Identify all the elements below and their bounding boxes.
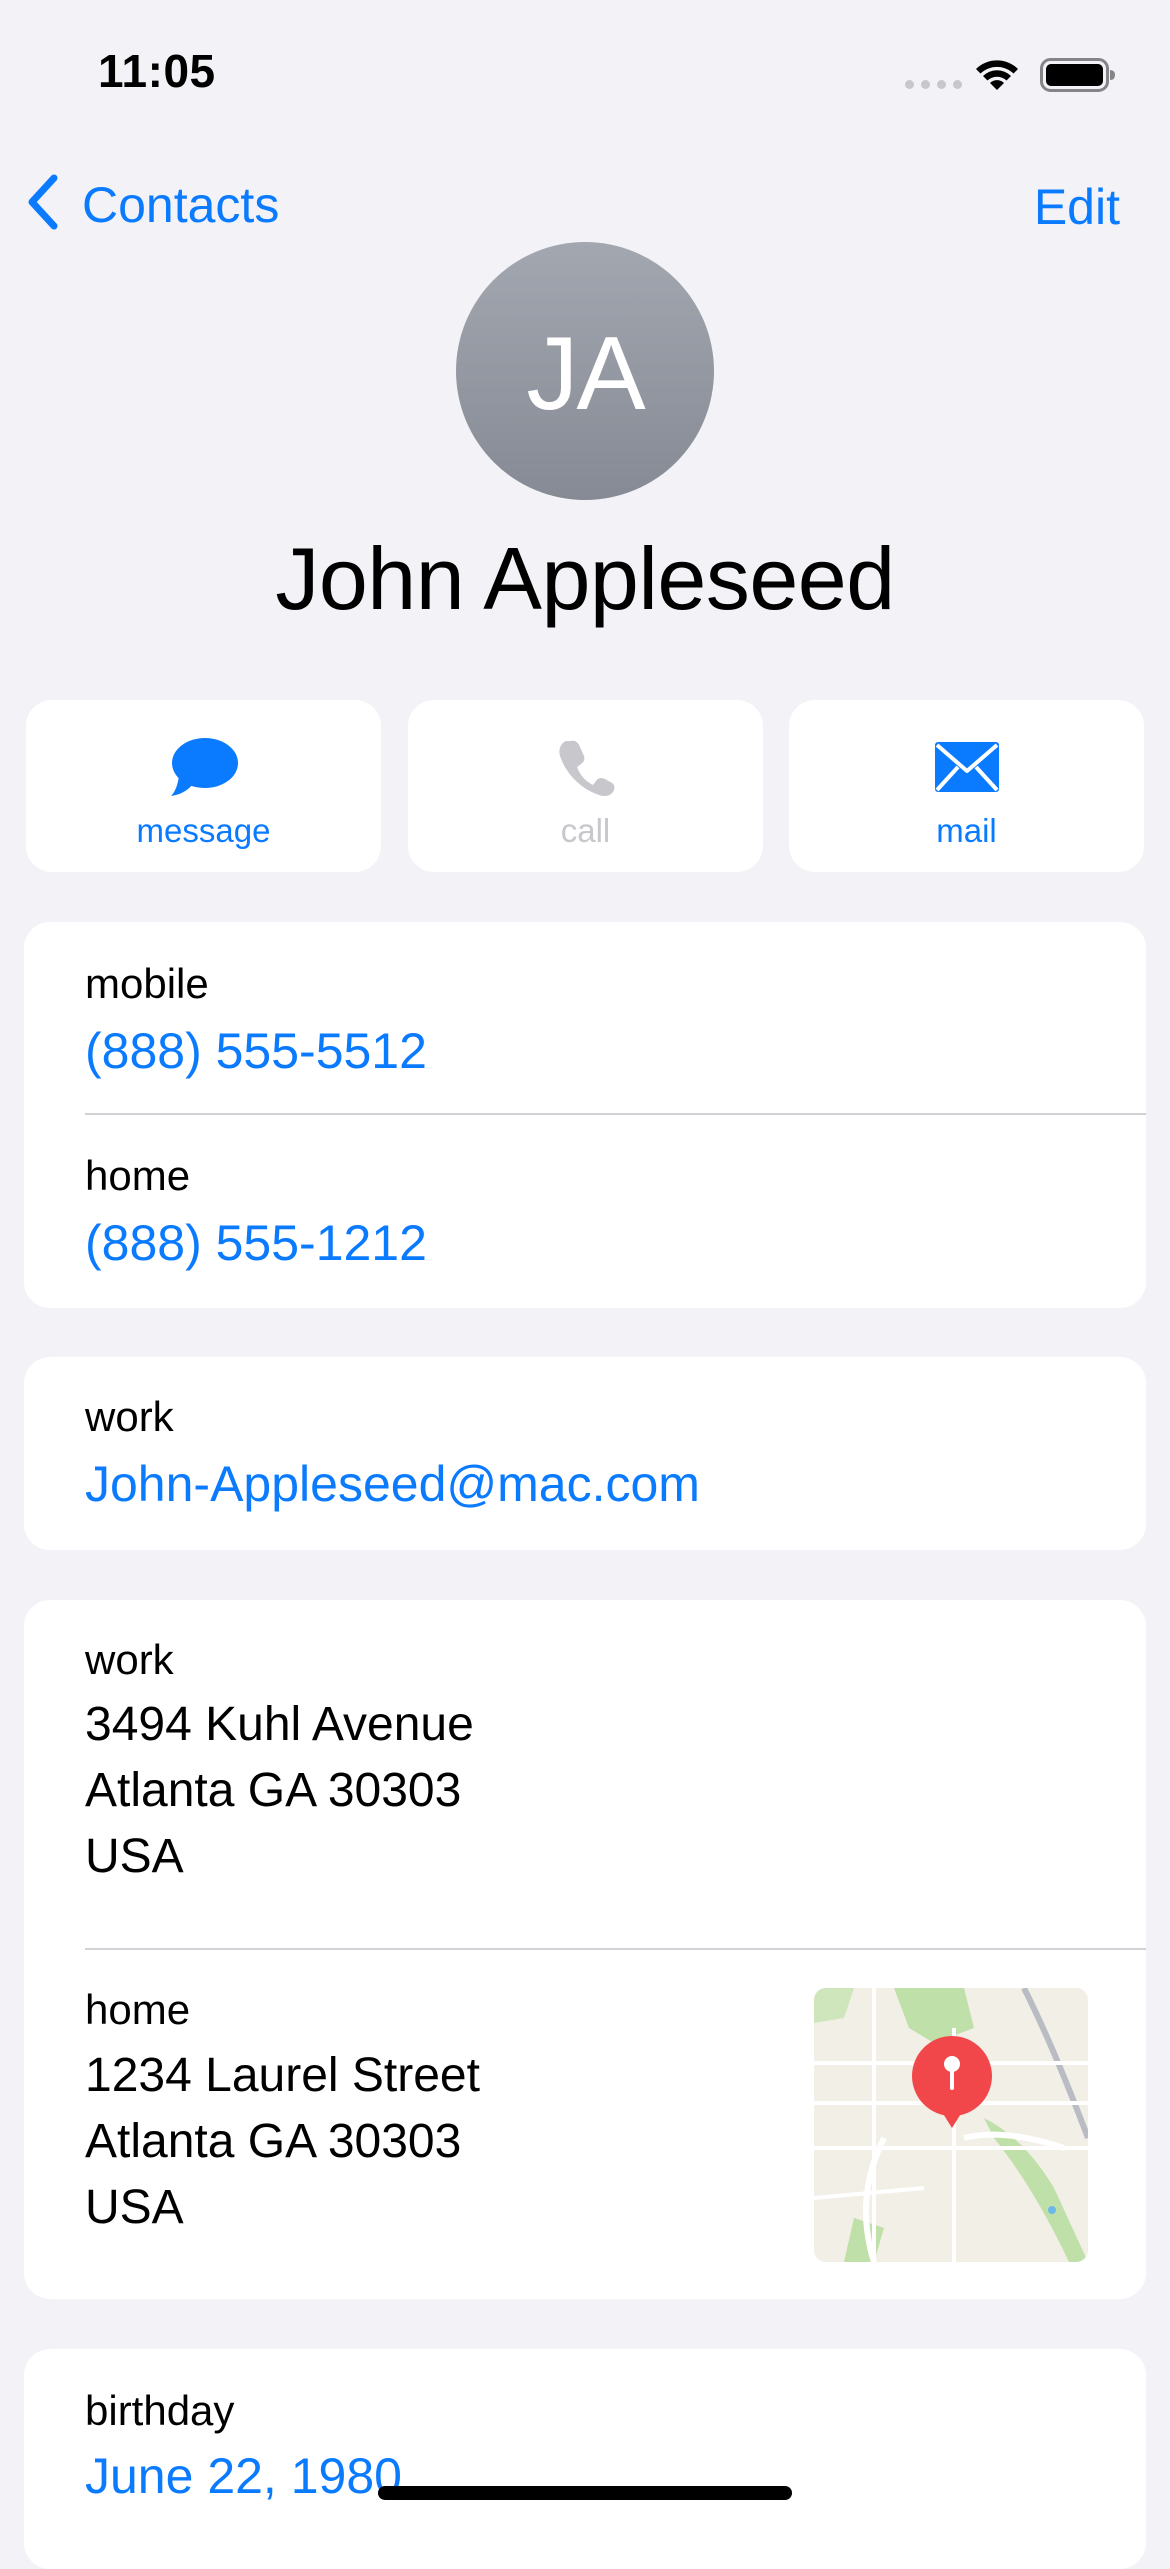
phone-mobile-value[interactable]: (888) 555-5512	[85, 1022, 427, 1080]
birthday-card: birthday June 22, 1980	[24, 2349, 1146, 2569]
email-label: work	[85, 1393, 174, 1440]
phone-mobile-label: mobile	[85, 960, 209, 1007]
message-button[interactable]: message	[26, 700, 381, 872]
contact-name: John Appleseed	[275, 529, 895, 628]
message-bubble-icon	[169, 732, 239, 802]
birthday-value[interactable]: June 22, 1980	[85, 2447, 402, 2505]
edit-button[interactable]: Edit	[1034, 178, 1120, 236]
birthday-label: birthday	[85, 2387, 235, 2434]
address-card: work 3494 Kuhl Avenue Atlanta GA 30303 U…	[24, 1600, 1146, 2299]
email-value[interactable]: John-Appleseed@mac.com	[85, 1455, 700, 1513]
address-home-label: home	[85, 1986, 191, 2033]
envelope-icon	[933, 732, 1001, 802]
divider	[85, 1948, 1146, 1950]
address-home-line1[interactable]: 1234 Laurel Street	[85, 2043, 480, 2109]
address-work-label: work	[85, 1636, 174, 1683]
email-card: work John-Appleseed@mac.com	[24, 1357, 1146, 1550]
call-button: call	[408, 700, 763, 872]
mail-button[interactable]: mail	[789, 700, 1144, 872]
phone-home-label: home	[85, 1152, 191, 1199]
mail-button-label: mail	[936, 812, 997, 849]
address-work-line1[interactable]: 3494 Kuhl Avenue	[85, 1692, 474, 1758]
phone-card: mobile (888) 555-5512 home (888) 555-121…	[24, 922, 1146, 1308]
call-button-label: call	[560, 812, 611, 849]
divider	[85, 1113, 1146, 1115]
message-button-label: message	[136, 812, 271, 849]
address-work-line3[interactable]: USA	[85, 1824, 184, 1890]
wifi-icon	[970, 52, 1024, 99]
address-home-line2[interactable]: Atlanta GA 30303	[85, 2109, 461, 2175]
phone-home-value[interactable]: (888) 555-1212	[85, 1214, 427, 1272]
home-indicator[interactable]	[378, 2486, 792, 2500]
map-pin-icon	[910, 2034, 994, 2135]
phone-icon	[557, 732, 615, 802]
status-time: 11:05	[98, 45, 216, 97]
avatar-initials: JA	[526, 315, 645, 432]
avatar: JA	[456, 242, 714, 500]
back-button[interactable]: Contacts	[24, 172, 279, 237]
cellular-signal-icon	[905, 80, 962, 89]
battery-icon	[1040, 58, 1116, 97]
map-thumbnail[interactable]	[814, 1988, 1088, 2262]
back-button-label: Contacts	[82, 176, 280, 233]
address-work-line2[interactable]: Atlanta GA 30303	[85, 1758, 461, 1824]
chevron-left-icon	[24, 172, 64, 237]
address-home-line3[interactable]: USA	[85, 2175, 184, 2241]
